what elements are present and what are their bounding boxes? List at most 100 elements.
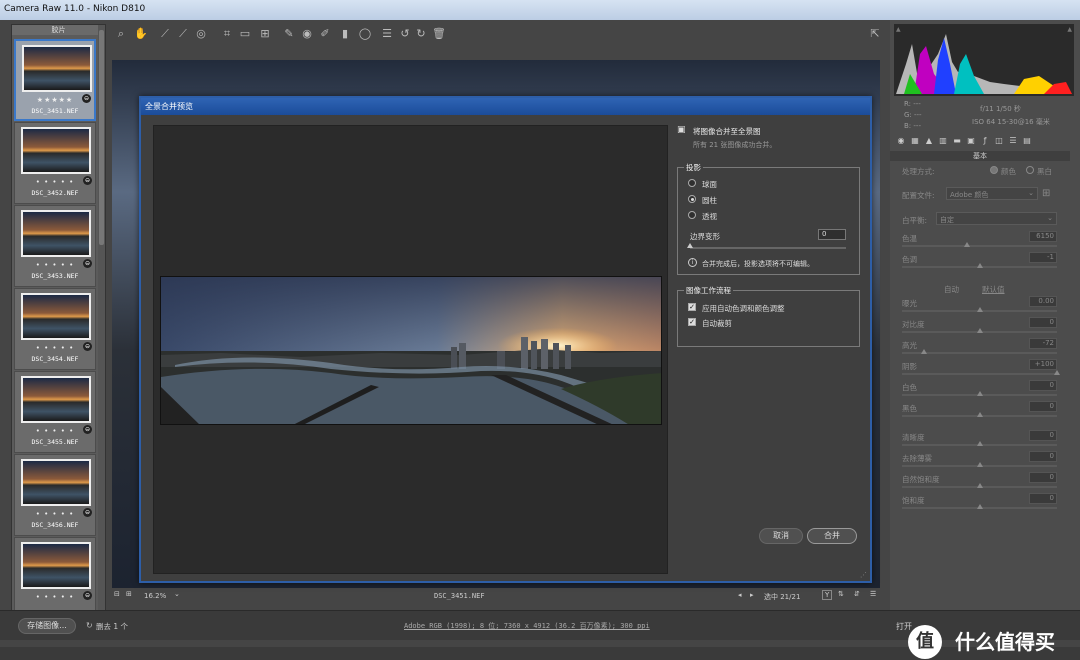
wb-select[interactable]: 自定 ⌄ (936, 212, 1057, 225)
auto-button[interactable]: 自动 (944, 284, 959, 295)
filmstrip-item[interactable]: ⊖ • • • • • DSC_3453.NEF (14, 205, 96, 287)
calibration-icon[interactable]: ◫ (994, 136, 1004, 146)
zoom-in-icon[interactable]: ⊞ (126, 590, 132, 598)
slider-knob[interactable] (976, 263, 983, 268)
star-rating[interactable]: • • • • • (15, 178, 95, 186)
workflow-checkbox[interactable]: ✓ (688, 303, 696, 311)
prev-arrow-icon[interactable]: ◂ (738, 591, 742, 599)
slider-value[interactable]: -1 (1029, 252, 1057, 263)
trash-icon[interactable]: 🗑 (432, 27, 446, 41)
zoom-level[interactable]: 16.2% (144, 592, 166, 600)
transform-icon[interactable]: ⊞ (258, 27, 272, 41)
star-rating[interactable]: • • • • • (15, 593, 95, 601)
color-radio[interactable] (990, 166, 998, 174)
hand-icon[interactable]: ✋ (134, 27, 148, 41)
slider-knob[interactable] (976, 391, 983, 396)
white-balance-icon[interactable]: ⟋ (158, 27, 172, 41)
slider-knob[interactable] (964, 242, 971, 247)
slider-knob[interactable] (976, 462, 983, 467)
slider-value[interactable]: 0 (1029, 317, 1057, 328)
slider-knob[interactable] (976, 504, 983, 509)
before-after-icon[interactable]: Y (822, 590, 833, 600)
projection-radio[interactable] (688, 195, 696, 203)
resize-grip-icon[interactable]: ⋰ (860, 571, 867, 579)
slider-value[interactable]: +100 (1029, 359, 1057, 370)
default-button[interactable]: 默认值 (982, 284, 1005, 295)
star-rating[interactable]: • • • • • (15, 261, 95, 269)
profile-select[interactable]: Adobe 颜色 ⌄ (946, 187, 1038, 200)
rotate-right-icon[interactable]: ↻ (414, 27, 428, 41)
slider-value[interactable]: 0 (1029, 401, 1057, 412)
crop-icon[interactable]: ⌗ (220, 27, 234, 41)
profile-browser-icon[interactable]: ⊞ (1042, 187, 1056, 200)
cancel-button[interactable]: 取消 (759, 528, 803, 544)
fullscreen-icon[interactable]: ⇱ (868, 27, 882, 41)
snapshots-icon[interactable]: ▤ (1022, 136, 1032, 146)
filmstrip-item[interactable]: ⊖ • • • • • DSC_3454.NEF (14, 288, 96, 370)
workflow-options-link[interactable]: Adobe RGB (1998); 8 位; 7360 x 4912 (36.2… (404, 621, 650, 631)
split-toning-icon[interactable]: ▬ (952, 136, 962, 146)
slider-knob[interactable] (1054, 370, 1060, 375)
slider-value[interactable]: 0 (1029, 472, 1057, 483)
bw-radio[interactable] (1026, 166, 1034, 174)
graduated-filter-icon[interactable]: ▮ (338, 27, 352, 41)
slider-value[interactable]: 0.00 (1029, 296, 1057, 307)
star-rating[interactable]: • • • • • (15, 344, 95, 352)
delete-count[interactable]: 删去 1 个 (96, 621, 128, 632)
spot-removal-icon[interactable]: ✎ (282, 27, 296, 41)
projection-radio[interactable] (688, 211, 696, 219)
target-adjust-icon[interactable]: ◎ (194, 27, 208, 41)
slider-value[interactable]: 6150 (1029, 231, 1057, 242)
filmstrip-item[interactable]: ⊖ • • • • • (14, 537, 96, 619)
workflow-checkbox[interactable]: ✓ (688, 318, 696, 326)
filmstrip-scroll-thumb[interactable] (99, 30, 104, 245)
slider-value[interactable]: 0 (1029, 451, 1057, 462)
presets-icon[interactable]: ☰ (1008, 136, 1018, 146)
next-arrow-icon[interactable]: ▸ (750, 591, 754, 599)
boundary-warp-slider[interactable] (687, 243, 693, 248)
hsl-icon[interactable]: ▥ (938, 136, 948, 146)
filmstrip-item[interactable]: ⊖ • • • • • DSC_3452.NEF (14, 122, 96, 204)
star-rating[interactable]: ★★★★★ (16, 96, 94, 104)
shadow-clip-icon[interactable]: ▲ (896, 26, 901, 33)
slider-knob[interactable] (976, 328, 983, 333)
slider-knob[interactable] (976, 441, 983, 446)
red-eye-icon[interactable]: ◉ (300, 27, 314, 41)
highlight-clip-icon[interactable]: ▲ (1067, 26, 1072, 33)
chevron-down-icon[interactable]: ⌄ (174, 590, 180, 598)
slider-track[interactable] (902, 245, 1057, 247)
color-sampler-icon[interactable]: ⟋ (176, 27, 190, 41)
slider-knob[interactable] (920, 349, 927, 354)
basic-tab-icon[interactable]: ◉ (896, 136, 906, 146)
boundary-warp-track[interactable] (690, 247, 846, 249)
detail-icon[interactable]: ▲ (924, 136, 934, 146)
zoom-out-icon[interactable]: ⊟ (114, 590, 120, 598)
star-rating[interactable]: • • • • • (15, 510, 95, 518)
settings-icon[interactable]: ☰ (870, 590, 876, 598)
slider-knob[interactable] (976, 307, 983, 312)
projection-radio[interactable] (688, 179, 696, 187)
copy-icon[interactable]: ⇵ (854, 590, 860, 598)
slider-value[interactable]: 0 (1029, 380, 1057, 391)
radial-filter-icon[interactable]: ◯ (358, 27, 372, 41)
slider-value[interactable]: 0 (1029, 493, 1057, 504)
filmstrip-item[interactable]: ⊖ • • • • • DSC_3455.NEF (14, 371, 96, 453)
slider-value[interactable]: -72 (1029, 338, 1057, 349)
fx-icon[interactable]: ƒ (980, 136, 990, 146)
preferences-icon[interactable]: ☰ (380, 27, 394, 41)
slider-value[interactable]: 0 (1029, 430, 1057, 441)
rotate-left-icon[interactable]: ↺ (398, 27, 412, 41)
boundary-warp-input[interactable]: 0 (818, 229, 846, 240)
straighten-icon[interactable]: ▭ (238, 27, 252, 41)
slider-knob[interactable] (976, 412, 983, 417)
swap-icon[interactable]: ⇅ (838, 590, 844, 598)
filmstrip-item[interactable]: ⊖ ★★★★★ DSC_3451.NEF (14, 39, 96, 121)
brush-icon[interactable]: ✐ (318, 27, 332, 41)
slider-track[interactable] (902, 373, 1057, 375)
slider-knob[interactable] (976, 483, 983, 488)
filmstrip-item[interactable]: ⊖ • • • • • DSC_3456.NEF (14, 454, 96, 536)
zoom-icon[interactable]: ⌕ (114, 27, 128, 41)
lens-icon[interactable]: ▣ (966, 136, 976, 146)
save-image-button[interactable]: 存储图像... (18, 618, 76, 634)
tone-curve-icon[interactable]: ▦ (910, 136, 920, 146)
